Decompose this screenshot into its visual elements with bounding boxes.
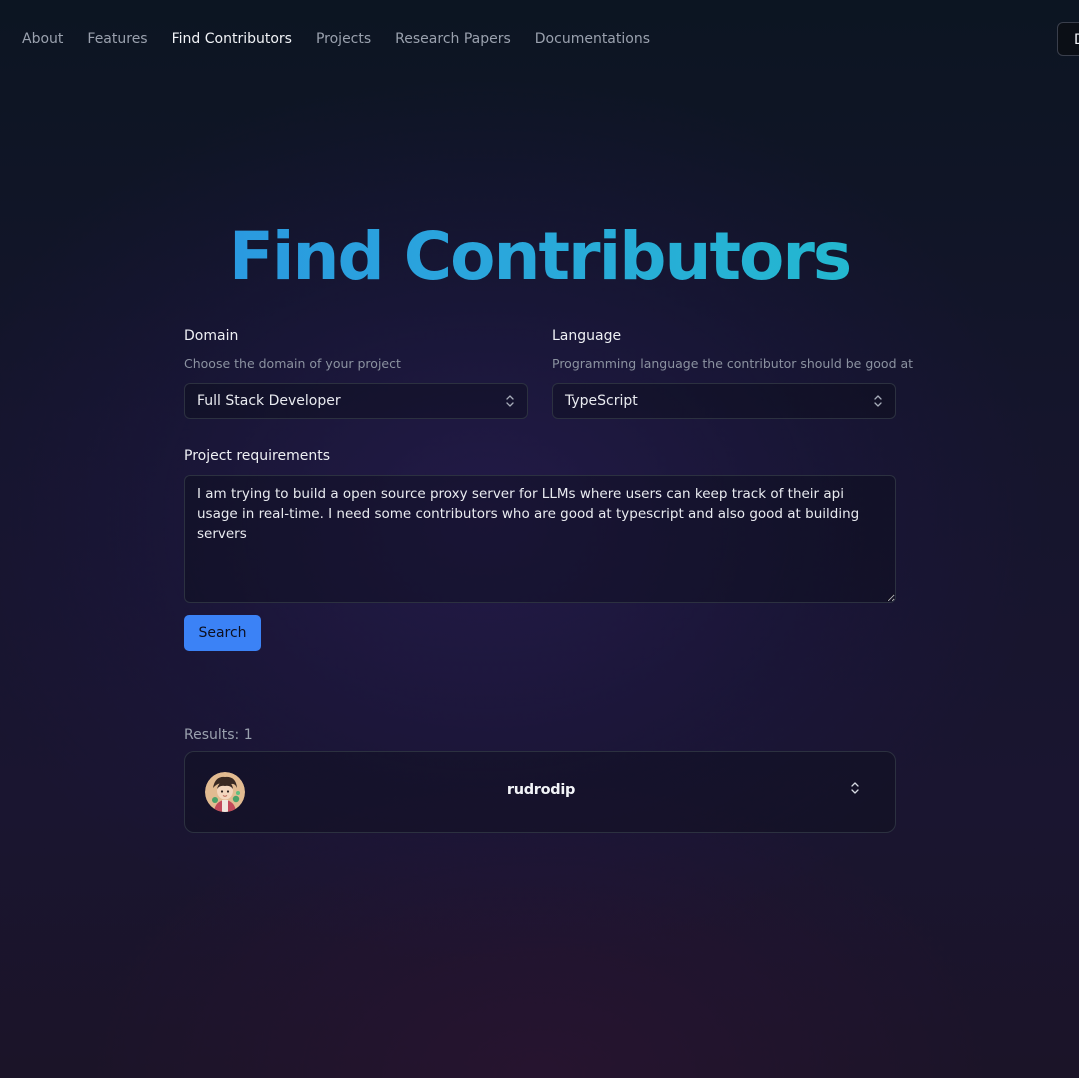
nav-link-projects[interactable]: Projects — [316, 31, 371, 47]
nav-link-features[interactable]: Features — [87, 31, 147, 47]
nav-link-find-contributors[interactable]: Find Contributors — [172, 31, 292, 47]
nav-link-about[interactable]: About — [22, 31, 63, 47]
nav-link-documentations[interactable]: Documentations — [535, 31, 650, 47]
domain-label: Domain — [184, 328, 239, 344]
nav-cta-button[interactable]: D — [1057, 22, 1079, 56]
result-card[interactable]: rudrodip — [184, 751, 896, 833]
search-button[interactable]: Search — [184, 615, 261, 651]
chevron-up-down-icon — [506, 395, 514, 407]
language-label: Language — [552, 328, 622, 344]
domain-description: Choose the domain of your project — [184, 356, 401, 371]
domain-field: Domain Choose the domain of your project… — [184, 326, 528, 419]
results-count: Results: 1 — [184, 727, 253, 743]
result-username: rudrodip — [506, 782, 576, 798]
language-description: Programming language the contributor sho… — [552, 356, 914, 371]
domain-select-value: Full Stack Developer — [197, 393, 341, 409]
chevron-up-down-icon — [874, 395, 882, 407]
page-title: Find Contributors — [0, 218, 1079, 295]
requirements-label: Project requirements — [184, 448, 331, 464]
chevron-up-down-icon[interactable] — [850, 781, 860, 795]
nav-links: About Features Find Contributors Project… — [22, 31, 650, 47]
top-navigation: About Features Find Contributors Project… — [0, 0, 1079, 80]
language-select[interactable]: TypeScript — [552, 383, 896, 419]
language-field: Language Programming language the contri… — [552, 326, 913, 419]
domain-select[interactable]: Full Stack Developer — [184, 383, 528, 419]
language-select-value: TypeScript — [565, 393, 638, 409]
nav-link-research-papers[interactable]: Research Papers — [395, 31, 511, 47]
requirements-textarea[interactable] — [184, 475, 896, 603]
